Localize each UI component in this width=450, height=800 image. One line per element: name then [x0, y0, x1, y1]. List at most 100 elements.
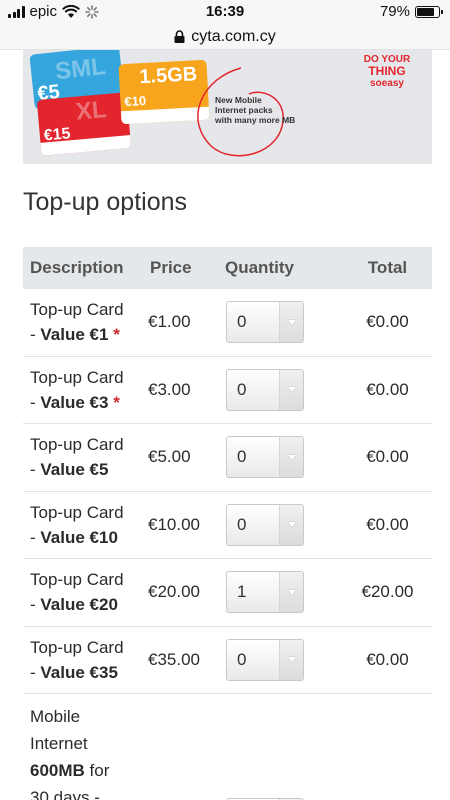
required-asterisk: * [113, 392, 120, 412]
row-quantity-cell: 0 [223, 638, 343, 681]
banner-caption: New Mobile Internet packs with many more… [215, 95, 295, 125]
chevron-down-icon [287, 589, 296, 595]
row-desc-line: Top-up Card [30, 367, 124, 387]
slogan-logo: DO YOUR THING soeasy [353, 54, 421, 90]
header-price: Price [150, 258, 192, 277]
chevron-down-icon [287, 319, 296, 325]
row-total: €0.00 [366, 649, 409, 669]
header-quantity: Quantity [225, 258, 294, 277]
chevron-down-icon [287, 657, 296, 663]
row-desc-value: Value €1 [40, 325, 109, 345]
quantity-value: 1 [237, 582, 247, 602]
row-total: €0.00 [366, 312, 409, 332]
banner-caption-line: Internet packs [215, 105, 273, 115]
battery-fill [417, 7, 434, 16]
table-row: Top-up Card - Value €3 * €3.00 0 €0.00 [23, 357, 432, 424]
row-description: Top-up Card - Value €20 [23, 567, 148, 617]
quantity-select[interactable]: 1 [226, 571, 304, 614]
quantity-value: 0 [237, 379, 247, 399]
row-quantity-cell: 0 [223, 503, 343, 546]
table-row: Top-up Card - Value €5 €5.00 0 €0.00 [23, 424, 432, 492]
row-desc-line: Top-up Card [30, 570, 124, 590]
row-desc-line: for [84, 761, 110, 780]
row-price: €3.00 [148, 379, 191, 399]
row-total: €20.00 [361, 582, 414, 602]
row-quantity-cell: 0 [223, 301, 343, 344]
topup-table: Description Price Quantity Total Top-up … [23, 247, 432, 800]
banner-caption-line: with many more MB [215, 115, 296, 125]
quantity-value: 0 [237, 514, 247, 534]
row-desc-dash: - [30, 460, 41, 480]
row-quantity-cell: 0 [223, 368, 343, 411]
row-description: Top-up Card - Value €10 [23, 500, 148, 550]
row-desc-dash: - [30, 527, 41, 547]
row-price: €35.00 [148, 649, 200, 669]
slogan-line2: THING [368, 64, 406, 78]
header-total: Total [367, 258, 408, 277]
row-description: Top-up Card - Value €3 * [23, 365, 148, 415]
battery-percent: 79% [379, 3, 410, 20]
required-asterisk: * [113, 325, 120, 345]
chevron-down-icon [287, 387, 296, 393]
table-header: Description Price Quantity Total [23, 247, 432, 289]
quantity-select[interactable]: 0 [226, 301, 304, 344]
row-desc-value: Value €20 [40, 595, 118, 615]
row-desc-line: Top-up Card [30, 300, 124, 320]
page-title: Top-up options [23, 188, 188, 216]
row-total: €0.00 [366, 447, 409, 467]
row-description: Top-up Card - Value €1 * [23, 297, 148, 347]
row-description: Mobile Internet 600MB for 30 days - [23, 694, 148, 800]
row-desc-value: Value €3 [40, 392, 109, 412]
row-price: €1.00 [148, 312, 191, 332]
row-desc-dash: - [30, 392, 41, 412]
url-bar[interactable]: cyta.com.cy [0, 24, 450, 50]
row-desc-dash: - [30, 595, 41, 615]
quantity-value: 0 [237, 649, 247, 669]
row-desc-line: 30 days - [30, 788, 100, 800]
table-row: Top-up Card - Value €20 €20.00 1 €20.00 [23, 559, 432, 627]
table-row: Top-up Card - Value €10 €10.00 0 €0.00 [23, 492, 432, 559]
table-row: Top-up Card - Value €35 €35.00 0 €0.00 [23, 627, 432, 694]
header-description: Description [30, 258, 124, 277]
quantity-value: 0 [237, 447, 247, 467]
row-price: €10.00 [148, 514, 200, 534]
quantity-select[interactable]: 0 [226, 503, 304, 546]
row-desc-value: Value €10 [40, 527, 118, 547]
url-domain: cyta.com.cy [191, 27, 276, 45]
status-bar: epic 16:39 79% [0, 0, 450, 24]
table-row: Top-up Card - Value €1 * €1.00 0 €0.00 [23, 289, 432, 357]
row-description: Top-up Card - Value €35 [23, 635, 148, 685]
row-desc-value: 600MB [30, 761, 85, 780]
row-desc-line: Top-up Card [30, 435, 124, 455]
row-desc-dash: - [30, 325, 41, 345]
banner-caption-line: New Mobile [215, 95, 262, 105]
dropdown-arrow [279, 437, 303, 478]
row-total: €0.00 [366, 379, 409, 399]
dropdown-arrow [279, 369, 303, 410]
card-image-red: XL €15 [36, 92, 132, 156]
row-description: Top-up Card - Value €5 [23, 432, 148, 482]
dropdown-arrow [279, 639, 303, 680]
quantity-select[interactable]: 0 [226, 436, 304, 479]
slogan-line3: soeasy [370, 78, 404, 89]
quantity-select[interactable]: 0 [226, 638, 304, 681]
row-desc-value: Value €35 [40, 662, 118, 682]
row-desc-dash: - [30, 662, 41, 682]
row-desc-line: Top-up Card [30, 637, 124, 657]
row-desc-value: Value €5 [40, 460, 109, 480]
battery-icon [415, 5, 443, 18]
quantity-select[interactable]: 0 [226, 368, 304, 411]
chevron-down-icon [287, 454, 296, 460]
promo-banner[interactable]: SML €5 XL €15 1.5GB €10 New Mobile Inter… [23, 50, 432, 164]
row-desc-line: Internet [30, 734, 88, 753]
chevron-down-icon [287, 522, 296, 528]
row-quantity-cell: 0 [223, 436, 343, 479]
row-quantity-cell [223, 694, 343, 800]
row-quantity-cell: 1 [223, 571, 343, 614]
row-desc-line: Top-up Card [30, 502, 124, 522]
status-right: 79% [379, 3, 443, 20]
dropdown-arrow [279, 572, 303, 613]
dropdown-arrow [279, 504, 303, 545]
dropdown-arrow [279, 302, 303, 343]
lock-icon [174, 30, 185, 43]
